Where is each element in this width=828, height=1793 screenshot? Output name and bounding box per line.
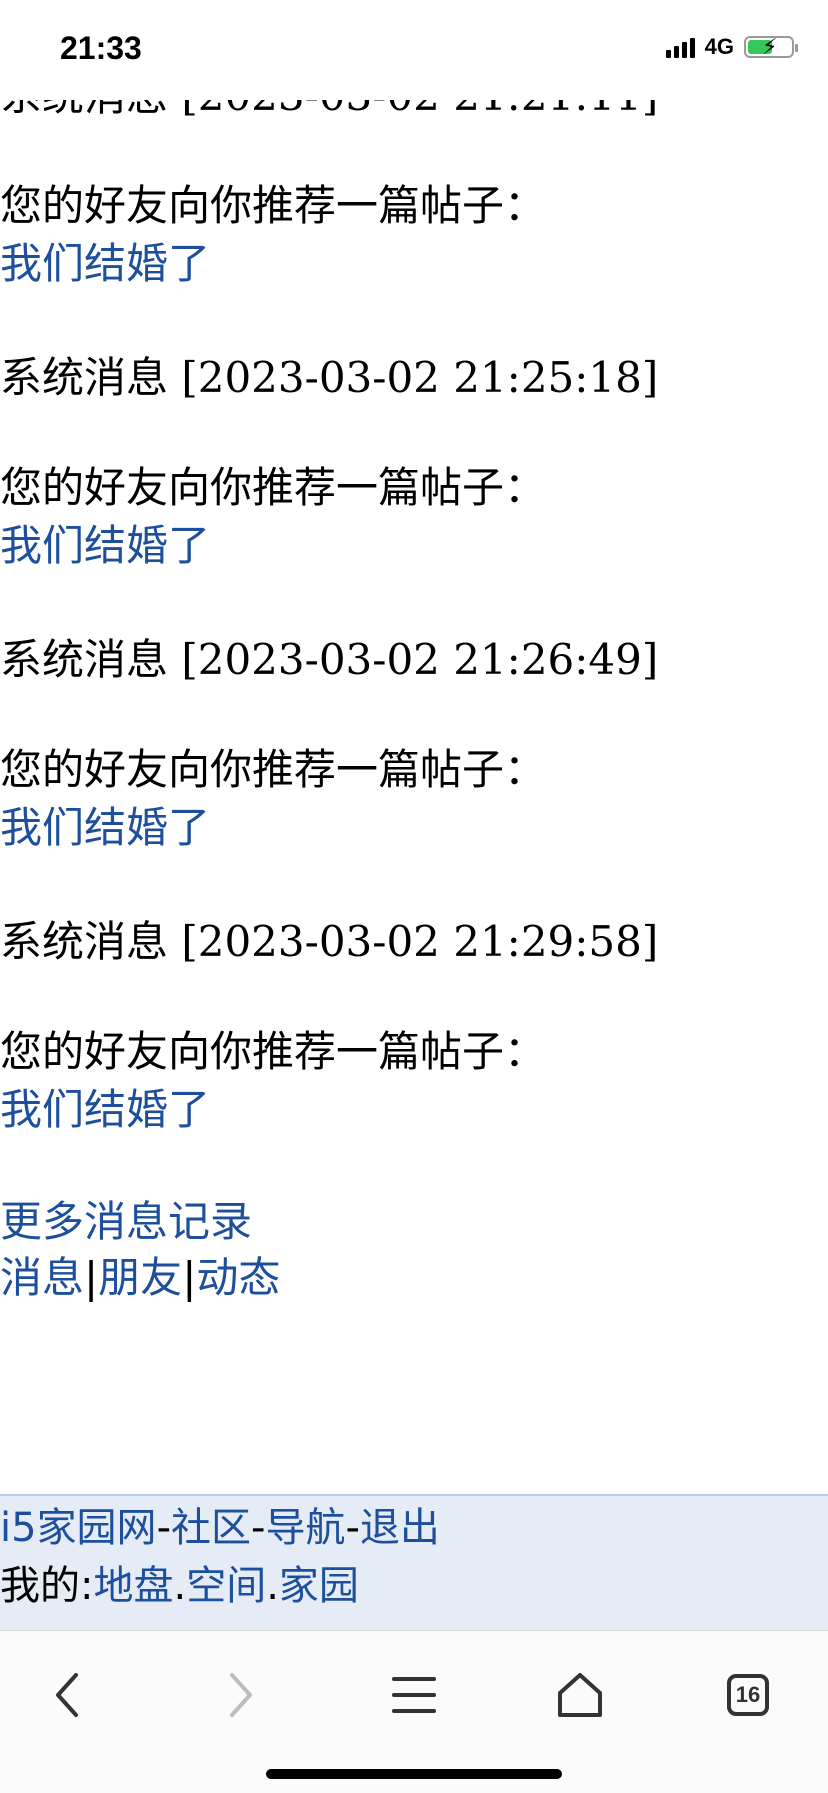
chevron-right-icon <box>230 1673 252 1717</box>
footer-mine-row: 我的:地盘.空间.家园 <box>0 1562 359 1610</box>
logout-link[interactable]: 退出 <box>360 1505 440 1551</box>
space-link[interactable]: 空间 <box>186 1563 266 1609</box>
chevron-left-icon <box>56 1673 78 1717</box>
signal-icon <box>665 36 695 58</box>
nav-activity-link[interactable]: 动态 <box>196 1253 280 1302</box>
post-link[interactable]: 我们结婚了 <box>0 240 210 288</box>
status-indicators: 4G ⚡ <box>665 34 798 60</box>
dot-separator: . <box>173 1563 187 1609</box>
battery-icon: ⚡ <box>744 34 798 59</box>
post-link[interactable]: 我们结婚了 <box>0 522 210 570</box>
site-footer: i5家园网-社区-导航-退出 我的:地盘.空间.家园 <box>0 1494 828 1630</box>
tab-count: 16 <box>735 1682 761 1707</box>
dot-separator: . <box>266 1563 279 1609</box>
message-body: 您的好友向你推荐一篇帖子： <box>0 745 547 794</box>
nav-separator: | <box>84 1253 99 1302</box>
more-messages-link[interactable]: 更多消息记录 <box>0 1198 252 1246</box>
footer-nav-row: i5家园网-社区-导航-退出 <box>0 1504 440 1552</box>
back-button[interactable] <box>38 1665 98 1725</box>
browser-toolbar: 16 <box>0 1630 828 1793</box>
menu-button[interactable] <box>384 1665 444 1725</box>
community-link[interactable]: 社区 <box>171 1505 251 1551</box>
post-link[interactable]: 我们结婚了 <box>0 1086 210 1134</box>
navigation-link[interactable]: 导航 <box>265 1505 345 1551</box>
tabs-button[interactable]: 16 <box>718 1665 778 1725</box>
nav-row: 消息|朋友|动态 <box>0 1254 280 1302</box>
home-indicator <box>266 1769 562 1779</box>
status-bar: 21:33 4G ⚡ <box>0 0 828 100</box>
message-header: 系统消息 [2023-03-02 21:29:58] <box>0 917 659 966</box>
home-button[interactable] <box>550 1665 610 1725</box>
site-home-link[interactable]: i5家园网 <box>0 1505 157 1551</box>
network-type: 4G <box>704 34 734 59</box>
dash-separator: - <box>251 1505 266 1551</box>
mine-label: 我的: <box>0 1563 94 1609</box>
forward-button[interactable] <box>210 1665 270 1725</box>
nav-friends-link[interactable]: 朋友 <box>98 1253 182 1302</box>
dash-separator: - <box>345 1505 360 1551</box>
nav-messages-link[interactable]: 消息 <box>0 1253 84 1302</box>
message-body: 您的好友向你推荐一篇帖子： <box>0 1027 547 1076</box>
nav-separator: | <box>182 1253 197 1302</box>
menu-icon <box>392 1677 436 1713</box>
message-body: 您的好友向你推荐一篇帖子： <box>0 181 547 230</box>
status-time: 21:33 <box>60 30 142 66</box>
dash-separator: - <box>156 1505 171 1551</box>
land-link[interactable]: 地盘 <box>93 1563 173 1609</box>
home-garden-link[interactable]: 家园 <box>279 1563 359 1609</box>
message-header: 系统消息 [2023-03-02 21:25:18] <box>0 353 659 402</box>
message-header: 系统消息 [2023-03-02 21:26:49] <box>0 635 659 684</box>
message-body: 您的好友向你推荐一篇帖子： <box>0 463 547 512</box>
post-link[interactable]: 我们结婚了 <box>0 804 210 852</box>
home-icon <box>558 1673 602 1717</box>
